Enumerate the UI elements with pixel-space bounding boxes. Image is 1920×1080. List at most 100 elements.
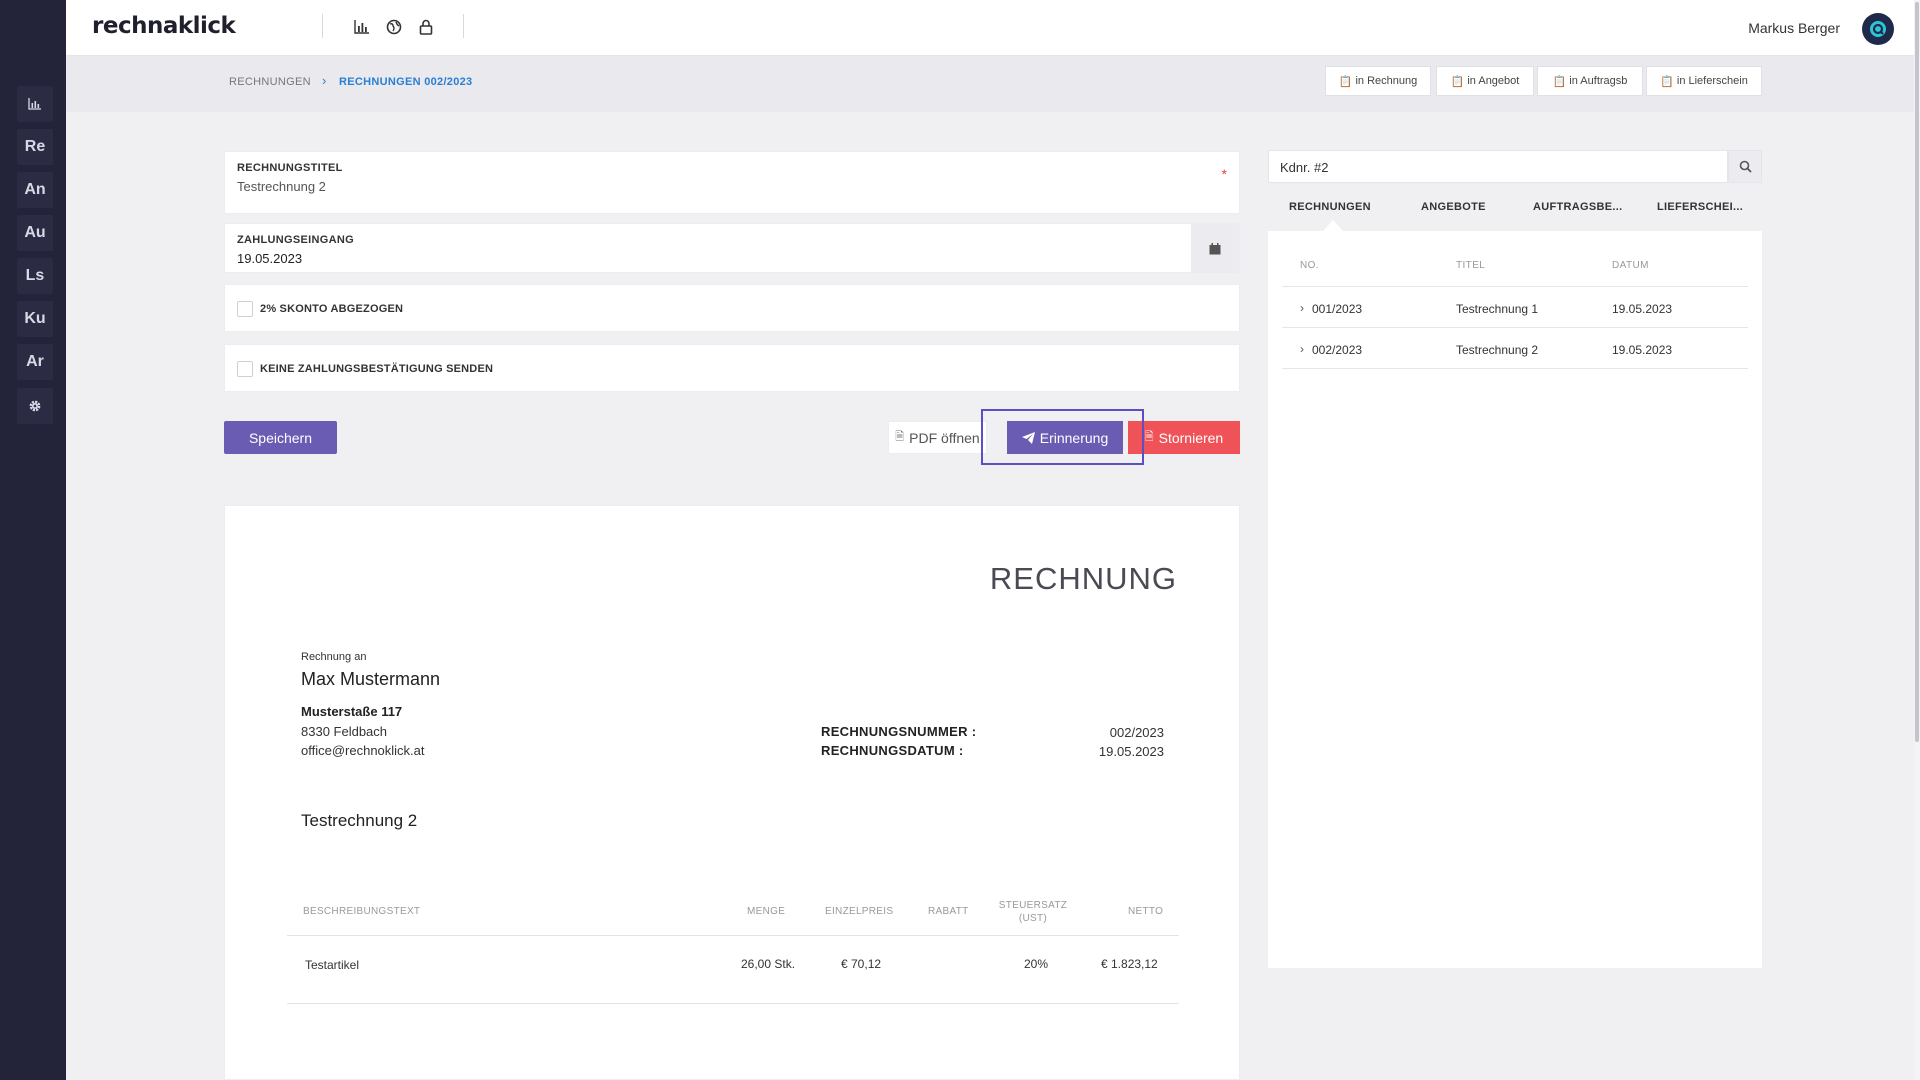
bar-chart-icon bbox=[28, 98, 41, 110]
sidebar-item-angebote[interactable]: An bbox=[17, 172, 53, 208]
table-divider bbox=[287, 935, 1179, 936]
tab-rechnungen[interactable]: RECHNUNGEN bbox=[1289, 201, 1371, 213]
invoice-preview: RECHNUNG Rechnung an Max Mustermann Must… bbox=[224, 505, 1240, 1080]
column-header-discount: RABATT bbox=[928, 906, 969, 917]
invoice-date-label: RECHNUNGSDATUM : bbox=[821, 743, 964, 758]
convert-to-delivery-note-button[interactable]: 📋 in Lieferschein bbox=[1646, 66, 1762, 96]
copy-icon: 📋 bbox=[1552, 75, 1567, 88]
page-scrollbar[interactable] bbox=[1914, 0, 1920, 1080]
skonto-checkbox[interactable] bbox=[237, 301, 253, 317]
row-title: Testrechnung 2 bbox=[1456, 343, 1539, 357]
lock-icon[interactable] bbox=[415, 16, 437, 38]
row-date: 19.05.2023 bbox=[1612, 343, 1673, 357]
customer-search-input[interactable]: Kdnr. #2 bbox=[1268, 150, 1728, 183]
chevron-right-icon: › bbox=[322, 73, 327, 88]
button-label: PDF öffnen bbox=[909, 429, 980, 446]
payment-date-panel[interactable]: ZAHLUNGSEINGANG 19.05.2023 bbox=[224, 223, 1240, 273]
button-label: in Rechnung bbox=[1355, 75, 1418, 87]
row-title: Testrechnung 1 bbox=[1456, 302, 1539, 316]
required-marker: * bbox=[1221, 166, 1227, 182]
gear-icon bbox=[29, 400, 41, 412]
customer-documents-panel: Kdnr. #2 RECHNUNGEN ANGEBOTE AUFTRAGSBE.… bbox=[1268, 150, 1762, 968]
invoice-number-value: 002/2023 bbox=[1109, 725, 1164, 740]
skonto-checkbox-label[interactable]: 2% SKONTO ABGEZOGEN bbox=[260, 303, 403, 315]
payment-date-label: ZAHLUNGSEINGANG bbox=[237, 234, 354, 246]
chevron-right-icon[interactable]: › bbox=[1300, 342, 1304, 356]
sidebar-item-rechnungen[interactable]: Re bbox=[17, 129, 53, 165]
row-no: 002/2023 bbox=[1312, 343, 1363, 357]
no-confirmation-checkbox[interactable] bbox=[237, 361, 253, 377]
convert-to-order-button[interactable]: 📋 in Auftragsb bbox=[1537, 66, 1643, 96]
sidebar-item-lieferscheine[interactable]: Ls bbox=[17, 258, 53, 294]
focus-highlight bbox=[981, 409, 1144, 465]
breadcrumb-root[interactable]: RECHNUNGEN bbox=[229, 76, 311, 88]
tab-lieferscheine[interactable]: LIEFERSCHEI... bbox=[1657, 201, 1743, 213]
row-no: 001/2023 bbox=[1312, 302, 1363, 316]
column-header-tax: STEUERSATZ (UST) bbox=[998, 900, 1068, 924]
table-divider bbox=[1282, 368, 1748, 369]
button-label: Stornieren bbox=[1158, 429, 1224, 446]
table-divider bbox=[1282, 327, 1748, 328]
customer-email: office@rechnoklick.at bbox=[301, 743, 425, 758]
no-confirmation-checkbox-label[interactable]: KEINE ZAHLUNGSBESTÄTIGUNG SENDEN bbox=[260, 363, 493, 375]
bar-chart-icon[interactable] bbox=[351, 16, 373, 38]
file-icon: 🗎 bbox=[1144, 431, 1154, 443]
column-header-date: DATUM bbox=[1612, 260, 1649, 271]
invoice-to-label: Rechnung an bbox=[301, 651, 367, 663]
column-header-title: TITEL bbox=[1456, 260, 1486, 271]
sidebar-item-settings[interactable] bbox=[17, 388, 53, 424]
customer-street: Musterstaße 117 bbox=[301, 704, 403, 719]
title-input[interactable]: Testrechnung 2 bbox=[237, 179, 326, 194]
customer-name: Max Mustermann bbox=[301, 669, 441, 689]
no-confirmation-checkbox-panel: KEINE ZAHLUNGSBESTÄTIGUNG SENDEN bbox=[224, 344, 1240, 392]
file-pdf-icon: 🗎 bbox=[895, 431, 905, 443]
invoice-heading: RECHNUNG bbox=[989, 561, 1177, 596]
tab-angebote[interactable]: ANGEBOTE bbox=[1421, 201, 1486, 213]
sidebar-item-kunden[interactable]: Ku bbox=[17, 301, 53, 337]
open-pdf-button[interactable]: 🗎 PDF öffnen bbox=[888, 421, 987, 454]
sidebar-item-dashboard[interactable] bbox=[17, 86, 53, 122]
divider bbox=[463, 14, 464, 38]
breadcrumb-current: RECHNUNGEN 002/2023 bbox=[339, 76, 473, 88]
convert-to-invoice-button[interactable]: 📋 in Rechnung bbox=[1325, 66, 1431, 96]
column-header-description: BESCHREIBUNGSTEXT bbox=[303, 906, 421, 917]
user-name[interactable]: Markus Berger bbox=[1748, 20, 1840, 36]
button-label: in Auftragsb bbox=[1569, 75, 1628, 87]
calendar-icon bbox=[1209, 242, 1221, 254]
table-divider bbox=[1282, 286, 1748, 287]
sidebar-item-auftraege[interactable]: Au bbox=[17, 215, 53, 251]
convert-to-offer-button[interactable]: 📋 in Angebot bbox=[1436, 66, 1534, 96]
skonto-checkbox-panel: 2% SKONTO ABGEZOGEN bbox=[224, 284, 1240, 332]
row-description: Testartikel bbox=[305, 958, 360, 972]
invoice-subject: Testrechnung 2 bbox=[301, 811, 418, 830]
sidebar-item-artikel[interactable]: Ar bbox=[17, 344, 53, 380]
top-bar: rechnaklick Markus Berger bbox=[66, 0, 1920, 56]
globe-icon[interactable] bbox=[383, 16, 405, 38]
column-header-no: NO. bbox=[1300, 260, 1319, 271]
row-unit-price: € 70,12 bbox=[841, 957, 882, 971]
copy-icon: 📋 bbox=[1450, 75, 1465, 88]
table-divider bbox=[287, 1003, 1179, 1004]
title-field-panel[interactable]: RECHNUNGSTITEL Testrechnung 2 * bbox=[224, 151, 1240, 214]
app-logo[interactable]: rechnaklick bbox=[92, 13, 236, 39]
column-header-unit-price: EINZELPREIS bbox=[825, 906, 894, 917]
copy-icon: 📋 bbox=[1338, 75, 1353, 88]
save-button[interactable]: Speichern bbox=[224, 421, 337, 454]
scrollbar-thumb[interactable] bbox=[1915, 2, 1919, 742]
row-date: 19.05.2023 bbox=[1612, 302, 1673, 316]
search-button[interactable] bbox=[1728, 150, 1762, 183]
column-header-qty: MENGE bbox=[747, 906, 786, 917]
calendar-button[interactable] bbox=[1191, 224, 1239, 273]
tab-auftragsbestaetigungen[interactable]: AUFTRAGSBE... bbox=[1533, 201, 1622, 213]
button-label: in Angebot bbox=[1467, 75, 1520, 87]
cancel-invoice-button[interactable]: 🗎 Stornieren bbox=[1128, 421, 1240, 454]
button-label: in Lieferschein bbox=[1676, 75, 1748, 87]
divider bbox=[322, 14, 323, 38]
user-avatar-icon bbox=[1870, 21, 1886, 37]
row-qty: 26,00 Stk. bbox=[741, 957, 796, 971]
chevron-right-icon[interactable]: › bbox=[1300, 301, 1304, 315]
search-icon bbox=[1739, 160, 1752, 173]
sidebar: Re An Au Ls Ku Ar bbox=[0, 0, 66, 1080]
avatar[interactable] bbox=[1862, 13, 1894, 45]
payment-date-input[interactable]: 19.05.2023 bbox=[237, 251, 302, 266]
